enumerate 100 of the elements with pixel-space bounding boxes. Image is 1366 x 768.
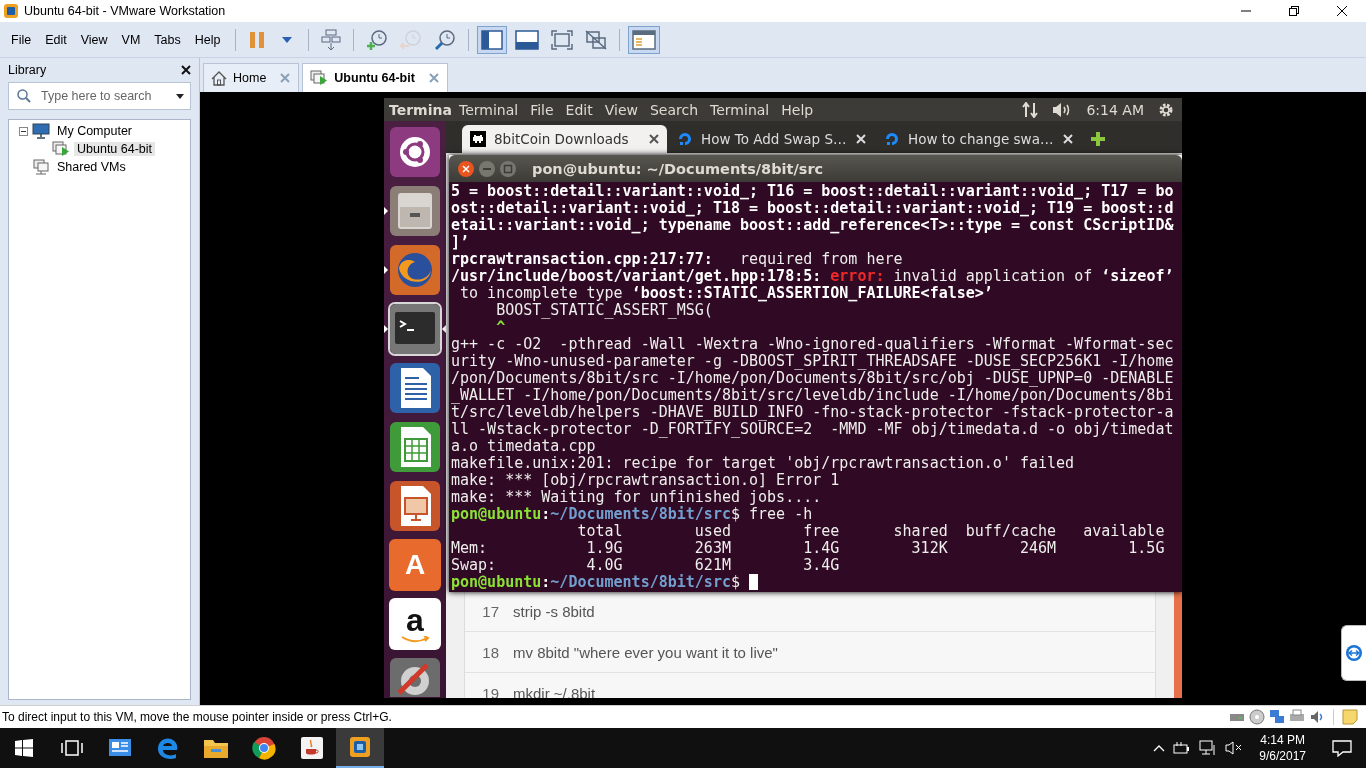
terminal-line: pon@ubuntu:~/Documents/8bit/src$ xyxy=(451,574,758,591)
toolbar-button[interactable] xyxy=(477,25,508,54)
terminal-line: ]’ xyxy=(451,234,470,251)
app-logo-icon xyxy=(3,3,19,19)
menu-item[interactable]: Help xyxy=(775,101,820,118)
network-device-icon[interactable] xyxy=(1269,709,1285,725)
document-icon xyxy=(389,362,441,414)
clock-wrench-icon xyxy=(434,28,457,51)
home-icon xyxy=(211,70,227,86)
code-line: strip -s 8bitd xyxy=(513,602,595,620)
cd-device-icon[interactable] xyxy=(1249,709,1265,725)
close-icon[interactable] xyxy=(181,65,191,75)
close-button[interactable] xyxy=(457,159,475,178)
terminal-line: t/src/leveldb/helpers -DHAVE_BUILD_INFO -fno-stack-protector -fstack-protector-a xyxy=(451,404,1174,421)
terminal-line: 5 = boost::detail::variant::void_; T16 = boost::detail::variant::void_; T17 = bo xyxy=(451,183,1174,200)
squares-logo-icon xyxy=(348,735,372,759)
letter-logo-icon[interactable]: a xyxy=(389,598,441,650)
tab[interactable]: Home xyxy=(203,63,300,92)
pixel-invader-icon xyxy=(470,131,486,147)
browser-tab[interactable]: 8bitCoin Downloads xyxy=(462,125,667,153)
monitor-icon xyxy=(32,123,50,139)
menu-item[interactable]: File xyxy=(524,101,560,118)
tree-item[interactable]: Shared VMs xyxy=(54,160,129,174)
caret-icon[interactable] xyxy=(176,93,184,99)
search-field[interactable]: Type here to search xyxy=(8,82,191,110)
sidebar-view-icon xyxy=(481,29,504,50)
vm-play-icon xyxy=(310,70,329,86)
line-number: 19 xyxy=(481,684,499,698)
browser-tab[interactable]: How To Add Swap S… xyxy=(669,125,874,153)
side-tab[interactable] xyxy=(1341,625,1366,681)
menu-item[interactable]: Terminal xyxy=(704,101,776,118)
menu-item[interactable]: File xyxy=(4,28,39,51)
terminal-icon xyxy=(389,303,441,355)
sound-device-icon[interactable] xyxy=(1309,709,1325,725)
gear-wrench-icon xyxy=(389,657,441,697)
time: 4:14 PM xyxy=(1260,732,1305,748)
tab[interactable]: Ubuntu 64-bit xyxy=(302,63,448,92)
terminal-line: BOOST_STATIC_ASSERT_MSG( xyxy=(495,302,713,319)
swirl-icon xyxy=(884,131,900,147)
menu-item[interactable]: View xyxy=(598,101,644,118)
terminal-line: make: *** Waiting for unfinished jobs.... xyxy=(451,489,822,506)
plus-icon[interactable] xyxy=(1090,131,1106,147)
close-icon[interactable] xyxy=(1337,6,1347,16)
muted-speaker-icon[interactable] xyxy=(1225,740,1244,756)
menu-item[interactable]: Edit xyxy=(38,28,74,51)
battery-plug-icon[interactable] xyxy=(1173,741,1192,755)
spreadsheet-icon xyxy=(389,421,441,473)
collapse-icon[interactable] xyxy=(19,126,28,136)
app-name: Terminal xyxy=(388,101,453,118)
shared-vms-icon xyxy=(32,159,50,175)
windows-start-icon[interactable] xyxy=(15,739,33,757)
terminal-line: Swap: 4.0G 621M 3.4G xyxy=(451,557,840,574)
clock[interactable]: 4:14 PM 9/6/2017 xyxy=(1251,732,1314,764)
menu-item[interactable]: Tabs xyxy=(147,28,188,51)
toolbar-button[interactable] xyxy=(628,25,661,54)
task-view-icon[interactable] xyxy=(61,740,83,756)
close-icon[interactable] xyxy=(649,134,659,144)
terminal-line: /usr/include/boost/variant/get.hpp:178:5: error: invalid application of ‘sizeof’ xyxy=(451,268,1174,285)
scroll-thumb[interactable] xyxy=(1174,591,1182,698)
terminal-line: ^ xyxy=(495,319,506,336)
search-input[interactable]: Type here to search xyxy=(39,88,168,104)
status-message: To direct input to this VM, move the mouse pointer inside or press Ctrl+G. xyxy=(1,710,393,724)
terminal-line: rpcrawtransaction.cpp:217:77: required from here xyxy=(451,251,903,268)
circle-logo-icon xyxy=(389,126,441,178)
terminal-line: a.o timedata.cpp xyxy=(451,438,596,455)
terminal-line: to incomplete type ‘boost::STATIC_ASSERTION_FAILURE<false>’ xyxy=(459,285,993,302)
clock[interactable]: 6:14 AM xyxy=(1086,101,1144,118)
terminal-title: pon@ubuntu: ~/Documents/8bit/src xyxy=(532,160,824,177)
window-title: Ubuntu 64-bit - VMware Workstation xyxy=(24,4,227,18)
menu-item[interactable]: Terminal xyxy=(453,101,525,118)
full-screen-icon xyxy=(551,29,574,50)
crossed-windows-icon xyxy=(585,29,608,50)
network-icon[interactable] xyxy=(1199,740,1218,756)
tree-item[interactable]: Ubuntu 64-bit xyxy=(74,142,156,156)
terminal-line: makefile.unix:201: recipe for target 'obj/rpcrawtransaction.o' failed xyxy=(451,455,1075,472)
browser-tab[interactable]: How to change swa… xyxy=(876,125,1081,153)
terminal-line: ll -Wstack-protector -D_FORTIFY_SOURCE=2 -MMD -MF obj/timedata.d -o obj/timedat xyxy=(451,421,1174,438)
keyboard-keys-icon xyxy=(321,28,342,51)
terminal-line: total used free shared buff/cache available xyxy=(576,523,1165,540)
terminal-line: _WALLET -I/home/pon/Documents/8bit/src/leveldb/include -I/home/pon/Documents/8bi xyxy=(451,387,1174,404)
color-wheel-icon xyxy=(252,736,276,760)
maximize-button[interactable] xyxy=(499,159,517,178)
chevron-up-icon[interactable] xyxy=(1153,744,1166,752)
search-icon xyxy=(17,89,31,103)
restore-icon[interactable] xyxy=(1289,6,1299,16)
pause-icon xyxy=(249,30,266,49)
up-down-arrows-icon[interactable] xyxy=(1022,101,1039,118)
power-gear-icon[interactable] xyxy=(1158,101,1174,118)
fox-globe-icon xyxy=(389,244,441,296)
terminal-line: Mem: 1.9G 263M 1.4G 312K 246M 1.5G xyxy=(451,540,1165,557)
terminal-line: pon@ubuntu:~/Documents/8bit/src$ free -h xyxy=(451,506,813,523)
swirl-icon xyxy=(677,131,693,147)
caret-icon xyxy=(282,36,293,43)
menu-item[interactable]: Edit xyxy=(559,101,599,118)
menu-item[interactable]: VM xyxy=(114,28,148,51)
tree-item[interactable]: My Computer xyxy=(54,124,136,138)
menu-item[interactable]: Search xyxy=(643,101,705,118)
menu-item[interactable]: View xyxy=(73,28,115,51)
menu-item[interactable]: Help xyxy=(187,28,228,51)
line-number: 17 xyxy=(481,602,499,620)
